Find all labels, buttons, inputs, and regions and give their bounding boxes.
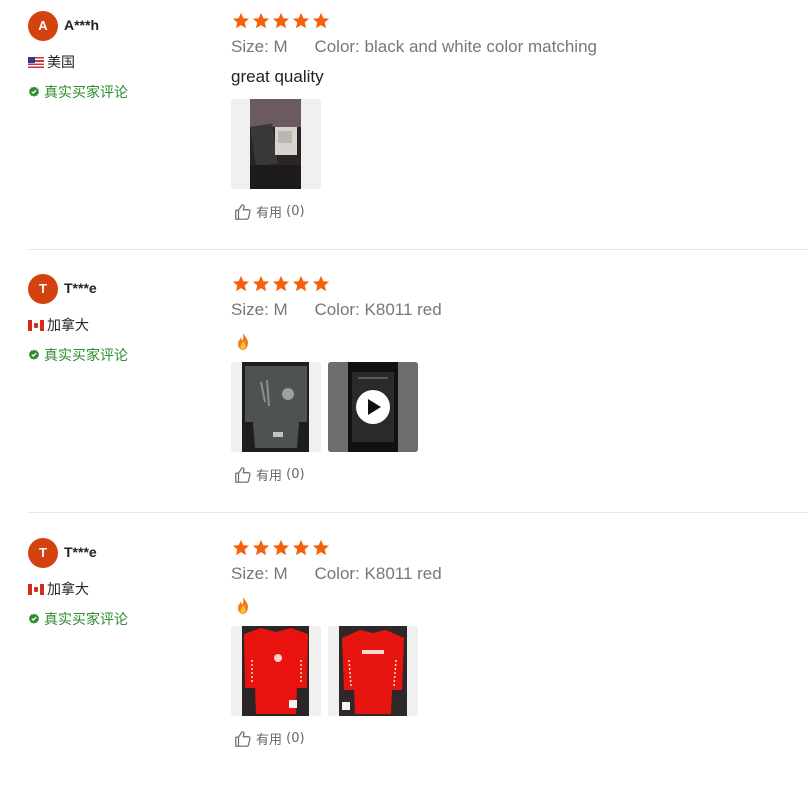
helpful-label: 有用 bbox=[256, 469, 283, 484]
color-value: K8011 red bbox=[364, 564, 442, 583]
thumbs-up-icon bbox=[235, 730, 251, 747]
size-label: Size: bbox=[231, 564, 269, 583]
country-label: 美国 bbox=[47, 55, 75, 71]
divider bbox=[28, 512, 808, 513]
sku-attributes: Size: M Color: black and white color mat… bbox=[231, 37, 597, 57]
avatar: T bbox=[28, 274, 58, 304]
photo-black-hoodie bbox=[231, 99, 321, 189]
star-icon bbox=[232, 539, 250, 556]
color-value: black and white color matching bbox=[364, 37, 597, 56]
thumbs-up-icon bbox=[235, 466, 251, 483]
avatar: A bbox=[28, 11, 58, 41]
reviewer-name: T***e bbox=[64, 280, 97, 296]
star-icon bbox=[292, 275, 310, 292]
star-icon bbox=[272, 539, 290, 556]
thumbs-up-icon bbox=[235, 203, 251, 220]
avatar: T bbox=[28, 538, 58, 568]
size-value: M bbox=[273, 300, 288, 319]
helpful-button[interactable]: 有用 (0) bbox=[234, 729, 305, 748]
canada-flag-icon bbox=[28, 583, 44, 595]
fire-emoji bbox=[238, 596, 248, 614]
size-value: M bbox=[273, 37, 288, 56]
fire-emoji bbox=[238, 332, 248, 350]
divider bbox=[28, 249, 808, 250]
helpful-label: 有用 bbox=[256, 733, 283, 748]
verified-label: 真实买家评论 bbox=[44, 612, 128, 628]
review-photo[interactable] bbox=[231, 99, 321, 189]
star-rating bbox=[232, 12, 330, 30]
star-icon bbox=[292, 12, 310, 29]
photo-red-shirt-front bbox=[231, 626, 321, 716]
star-icon bbox=[252, 539, 270, 556]
reviewer-name: T***e bbox=[64, 544, 97, 560]
reviewer-country: 加拿大 bbox=[28, 579, 89, 599]
verified-buyer-badge: 真实买家评论 bbox=[28, 82, 128, 102]
review-video[interactable] bbox=[328, 362, 418, 452]
review-photo[interactable] bbox=[328, 626, 418, 716]
helpful-button[interactable]: 有用 (0) bbox=[234, 202, 305, 221]
star-icon bbox=[272, 12, 290, 29]
photo-grey-jacket bbox=[231, 362, 321, 452]
star-icon bbox=[312, 12, 330, 29]
us-flag-icon bbox=[28, 56, 44, 68]
reviewer-country: 加拿大 bbox=[28, 315, 89, 335]
color-label: Color: bbox=[314, 300, 360, 319]
review-photo[interactable] bbox=[231, 362, 321, 452]
verified-check-icon bbox=[29, 86, 39, 97]
helpful-label: 有用 bbox=[256, 206, 283, 221]
star-icon bbox=[252, 12, 270, 29]
verified-buyer-badge: 真实买家评论 bbox=[28, 609, 128, 629]
verified-check-icon bbox=[29, 613, 39, 624]
star-rating bbox=[232, 275, 330, 293]
reviewer-country: 美国 bbox=[28, 52, 75, 72]
review-item: T T***e 加拿大 真实买家评论 Size: M Color: K8011 … bbox=[0, 527, 808, 789]
country-label: 加拿大 bbox=[47, 582, 89, 598]
verified-buyer-badge: 真实买家评论 bbox=[28, 345, 128, 365]
country-label: 加拿大 bbox=[47, 318, 89, 334]
verified-check-icon bbox=[29, 349, 39, 360]
color-label: Color: bbox=[314, 564, 360, 583]
play-icon bbox=[328, 362, 418, 452]
size-label: Size: bbox=[231, 300, 269, 319]
sku-attributes: Size: M Color: K8011 red bbox=[231, 300, 442, 320]
star-icon bbox=[252, 275, 270, 292]
helpful-count: (0) bbox=[286, 731, 305, 746]
star-icon bbox=[232, 275, 250, 292]
helpful-count: (0) bbox=[286, 204, 305, 219]
reviewer-name: A***h bbox=[64, 17, 100, 33]
review-item: T T***e 加拿大 真实买家评论 Size: M Color: K8011 … bbox=[0, 263, 808, 525]
star-icon bbox=[232, 12, 250, 29]
verified-label: 真实买家评论 bbox=[44, 348, 128, 364]
color-value: K8011 red bbox=[364, 300, 442, 319]
star-icon bbox=[312, 539, 330, 556]
star-rating bbox=[232, 539, 330, 557]
review-text: great quality bbox=[231, 67, 324, 86]
helpful-button[interactable]: 有用 (0) bbox=[234, 465, 305, 484]
star-icon bbox=[292, 539, 310, 556]
verified-label: 真实买家评论 bbox=[44, 85, 128, 101]
star-icon bbox=[312, 275, 330, 292]
review-item: A A***h 美国 真实买家评论 Size: M Color: black a… bbox=[0, 0, 808, 262]
review-photo[interactable] bbox=[231, 626, 321, 716]
size-label: Size: bbox=[231, 37, 269, 56]
star-icon bbox=[272, 275, 290, 292]
canada-flag-icon bbox=[28, 319, 44, 331]
photo-red-shirt-back bbox=[328, 626, 418, 716]
size-value: M bbox=[273, 564, 288, 583]
color-label: Color: bbox=[314, 37, 360, 56]
helpful-count: (0) bbox=[286, 467, 305, 482]
sku-attributes: Size: M Color: K8011 red bbox=[231, 564, 442, 584]
